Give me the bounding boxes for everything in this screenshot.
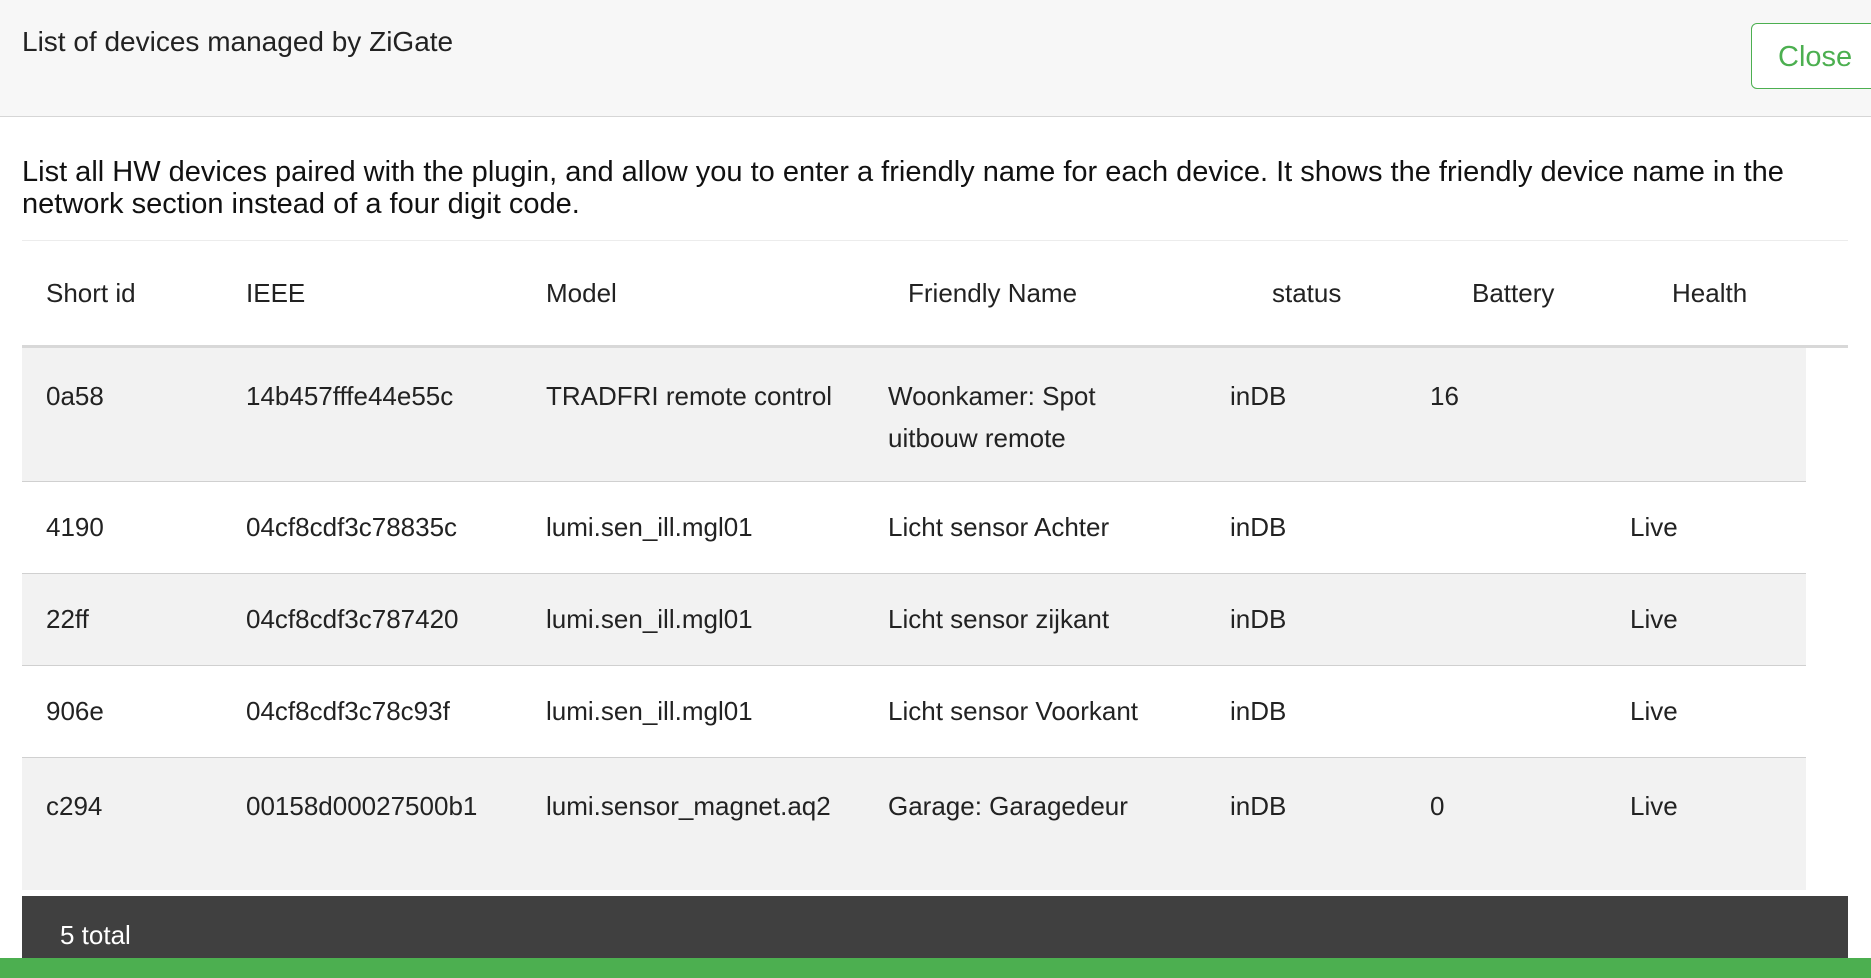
column-header-short-id[interactable]: Short id (46, 241, 136, 345)
cell-status: inDB (1230, 791, 1287, 821)
cell-status: inDB (1230, 604, 1287, 634)
table-row[interactable]: 0a58 14b457fffe44e55c TRADFRI remote con… (22, 348, 1806, 482)
cell-health: Live (1630, 696, 1678, 726)
cell-health: Live (1630, 791, 1678, 821)
cell-status: inDB (1230, 696, 1287, 726)
column-header-friendly-name[interactable]: Friendly Name (908, 241, 1077, 345)
cell-friendly-name[interactable]: Woonkamer: Spot uitbouw remote (888, 375, 1138, 459)
cell-battery: 0 (1430, 791, 1445, 821)
cell-health: Live (1630, 512, 1678, 542)
column-header-status[interactable]: status (1272, 241, 1341, 345)
cell-status: inDB (1230, 381, 1287, 411)
table-body: 0a58 14b457fffe44e55c TRADFRI remote con… (22, 348, 1806, 890)
cell-friendly-name[interactable]: Licht sensor Voorkant (888, 690, 1138, 732)
cell-model: lumi.sensor_magnet.aq2 (546, 791, 831, 821)
column-header-ieee[interactable]: IEEE (246, 241, 305, 345)
column-header-model[interactable]: Model (546, 241, 617, 345)
cell-ieee: 04cf8cdf3c78c93f (246, 696, 450, 726)
cell-ieee: 00158d00027500b1 (246, 791, 478, 821)
modal-title: List of devices managed by ZiGate (22, 26, 454, 57)
description-text: List all HW devices paired with the plug… (22, 156, 1784, 220)
cell-friendly-name[interactable]: Licht sensor zijkant (888, 598, 1109, 640)
table-row[interactable]: c294 00158d00027500b1 lumi.sensor_magnet… (22, 758, 1806, 890)
close-button[interactable]: Close (1751, 23, 1871, 89)
action-bar (0, 958, 1871, 978)
modal-header: List of devices managed by ZiGate Close (0, 0, 1871, 117)
cell-model: lumi.sen_ill.mgl01 (546, 512, 753, 542)
cell-model: lumi.sen_ill.mgl01 (546, 604, 753, 634)
cell-short-id: 22ff (46, 604, 89, 634)
cell-short-id: 0a58 (46, 381, 104, 411)
table-row[interactable]: 4190 04cf8cdf3c78835c lumi.sen_ill.mgl01… (22, 482, 1806, 574)
cell-model: lumi.sen_ill.mgl01 (546, 696, 753, 726)
cell-ieee: 04cf8cdf3c78835c (246, 512, 458, 542)
cell-battery: 16 (1430, 381, 1459, 411)
table-header: Short id IEEE Model Friendly Name status… (22, 240, 1848, 348)
cell-friendly-name[interactable]: Licht sensor Achter (888, 506, 1109, 548)
cell-ieee: 14b457fffe44e55c (246, 381, 454, 411)
total-count: 5 total (60, 920, 131, 950)
table-row[interactable]: 22ff 04cf8cdf3c787420 lumi.sen_ill.mgl01… (22, 574, 1806, 666)
cell-status: inDB (1230, 512, 1287, 542)
column-header-battery[interactable]: Battery (1472, 241, 1554, 345)
devices-table: Short id IEEE Model Friendly Name status… (22, 240, 1848, 890)
cell-friendly-name[interactable]: Garage: Garagedeur (888, 785, 1128, 827)
cell-model: TRADFRI remote control (546, 381, 833, 411)
column-header-health[interactable]: Health (1672, 241, 1747, 345)
cell-ieee: 04cf8cdf3c787420 (246, 604, 459, 634)
cell-short-id: c294 (46, 791, 103, 821)
cell-health: Live (1630, 604, 1678, 634)
cell-short-id: 906e (46, 696, 104, 726)
cell-short-id: 4190 (46, 512, 104, 542)
table-row[interactable]: 906e 04cf8cdf3c78c93f lumi.sen_ill.mgl01… (22, 666, 1806, 758)
